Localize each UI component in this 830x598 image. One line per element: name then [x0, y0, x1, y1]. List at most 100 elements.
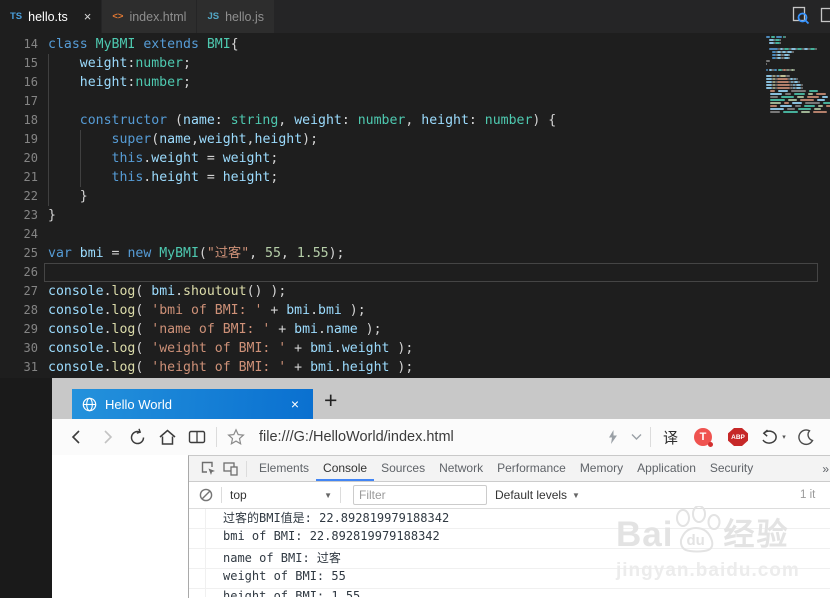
more-tabs-icon[interactable]: » [822, 462, 830, 476]
reading-list-icon[interactable] [182, 422, 212, 452]
line-number: 21 [0, 168, 38, 187]
code-text: } [48, 187, 88, 206]
code-text: constructor (name: string, weight: numbe… [48, 111, 556, 130]
browser-tab-hello-world[interactable]: Hello World × [72, 389, 313, 419]
tampermonkey-extension-icon[interactable]: T [694, 428, 712, 446]
console-toolbar: top ▼ Default levels ▼ 1 it [189, 482, 830, 509]
tab-close-icon[interactable]: × [287, 396, 303, 412]
translate-extension-icon[interactable]: 译 [663, 427, 678, 448]
log-levels-selector[interactable]: Default levels ▼ [495, 488, 580, 502]
code-line[interactable]: 16 height:number; [0, 73, 830, 92]
back-icon[interactable] [62, 422, 92, 452]
url-text[interactable]: file:///G:/HelloWorld/index.html [259, 429, 598, 445]
code-line[interactable]: 17 [0, 92, 830, 111]
code-line[interactable]: 18 constructor (name: string, weight: nu… [0, 111, 830, 130]
code-text: console.log( 'height of BMI: ' + bmi.hei… [48, 358, 413, 377]
forward-icon[interactable] [92, 422, 122, 452]
line-number: 15 [0, 54, 38, 73]
dark-mode-moon-icon[interactable] [790, 422, 820, 452]
code-line[interactable]: 20 this.weight = weight; [0, 149, 830, 168]
caret-down-icon: ▼ [324, 491, 332, 500]
split-editor-icon[interactable] [820, 6, 830, 25]
code-text: } [48, 206, 56, 225]
console-message[interactable]: weight of BMI: 55 [189, 569, 830, 589]
code-text: console.log( 'weight of BMI: ' + bmi.wei… [48, 339, 413, 358]
new-tab-button[interactable]: + [324, 387, 337, 414]
clear-console-icon[interactable] [195, 484, 217, 506]
line-number: 22 [0, 187, 38, 206]
code-line[interactable]: 15 weight:number; [0, 54, 830, 73]
code-text: super(name,weight,height); [48, 130, 318, 149]
caret-down-icon: ▼ [572, 491, 580, 500]
line-number: 26 [0, 263, 38, 282]
console-output[interactable]: 过客的BMI值是: 22.892819979188342bmi of BMI: … [189, 509, 830, 597]
code-line[interactable]: 24 [0, 225, 830, 244]
undo-menu-caret-icon: ▾ [782, 433, 786, 441]
code-line[interactable]: 28console.log( 'bmi of BMI: ' + bmi.bmi … [0, 301, 830, 320]
code-line[interactable]: 30console.log( 'weight of BMI: ' + bmi.w… [0, 339, 830, 358]
devtools-tab-sources[interactable]: Sources [374, 456, 432, 481]
globe-icon [82, 397, 97, 412]
code-line[interactable]: 25var bmi = new MyBMI("过客", 55, 1.55); [0, 244, 830, 263]
devtools-panel: ElementsConsoleSourcesNetworkPerformance… [188, 455, 830, 598]
code-text: weight:number; [48, 54, 191, 73]
console-message[interactable]: height of BMI: 1.55 [189, 589, 830, 597]
code-line[interactable]: 19 super(name,weight,height); [0, 130, 830, 149]
console-filter-input[interactable] [353, 485, 487, 505]
adblock-plus-icon[interactable]: ABP [728, 428, 748, 446]
refresh-icon[interactable] [122, 422, 152, 452]
code-line[interactable]: 27console.log( bmi.shoutout() ); [0, 282, 830, 301]
device-toolbar-icon[interactable] [219, 458, 241, 480]
console-message[interactable]: bmi of BMI: 22.892819979188342 [189, 529, 830, 549]
search-editor-icon[interactable] [791, 6, 810, 25]
devtools-tab-security[interactable]: Security [703, 456, 760, 481]
editor-tab-label: hello.js [225, 10, 264, 24]
code-line[interactable]: 14class MyBMI extends BMI{ [0, 35, 830, 54]
context-selector[interactable]: top ▼ [230, 488, 332, 502]
line-number: 20 [0, 149, 38, 168]
editor-tab-label: hello.ts [28, 10, 68, 24]
address-bar-right: 译 T ABP ▾ [598, 422, 820, 452]
devtools-tab-elements[interactable]: Elements [252, 456, 316, 481]
devtools-tab-console[interactable]: Console [316, 456, 374, 481]
code-line[interactable]: 21 this.height = height; [0, 168, 830, 187]
devtools-tab-network[interactable]: Network [432, 456, 490, 481]
code-line[interactable]: 29console.log( 'name of BMI: ' + bmi.nam… [0, 320, 830, 339]
devtools-tab-application[interactable]: Application [630, 456, 703, 481]
close-icon[interactable]: × [84, 9, 92, 24]
minimap[interactable] [762, 36, 828, 114]
file-type-icon: <> [112, 11, 123, 22]
editor-tab-hello.js[interactable]: JShello.js [197, 0, 275, 33]
line-number: 14 [0, 35, 38, 54]
inspect-element-icon[interactable] [197, 458, 219, 480]
chevron-down-icon[interactable] [628, 422, 646, 452]
editor-tab-bar: TShello.ts×<>index.htmlJShello.js [0, 0, 830, 33]
home-icon[interactable] [152, 422, 182, 452]
flash-icon[interactable] [598, 422, 628, 452]
console-message[interactable]: name of BMI: 过客 [189, 549, 830, 569]
line-number: 18 [0, 111, 38, 130]
line-number: 19 [0, 130, 38, 149]
code-line[interactable]: 26 [0, 263, 830, 282]
editor-tab-hello.ts[interactable]: TShello.ts× [0, 0, 102, 33]
editor-tab-index.html[interactable]: <>index.html [102, 0, 197, 33]
code-text: console.log( 'name of BMI: ' + bmi.name … [48, 320, 382, 339]
browser-tab-bar: Hello World × + [52, 378, 830, 419]
line-number: 28 [0, 301, 38, 320]
message-rail [205, 509, 206, 597]
devtools-tab-memory[interactable]: Memory [573, 456, 630, 481]
devtools-tab-performance[interactable]: Performance [490, 456, 573, 481]
code-area[interactable]: 14class MyBMI extends BMI{15 weight:numb… [0, 35, 830, 377]
divider [221, 487, 222, 503]
code-line[interactable]: 23} [0, 206, 830, 225]
browser-tab-title: Hello World [105, 397, 172, 412]
line-number: 27 [0, 282, 38, 301]
code-line[interactable]: 22 } [0, 187, 830, 206]
line-number: 17 [0, 92, 38, 111]
favorites-star-icon[interactable] [221, 422, 251, 452]
code-text: var bmi = new MyBMI("过客", 55, 1.55); [48, 244, 344, 263]
code-line[interactable]: 31console.log( 'height of BMI: ' + bmi.h… [0, 358, 830, 377]
console-message[interactable]: 过客的BMI值是: 22.892819979188342 [189, 509, 830, 529]
undo-icon[interactable]: ▾ [756, 422, 790, 452]
code-text: height:number; [48, 73, 191, 92]
